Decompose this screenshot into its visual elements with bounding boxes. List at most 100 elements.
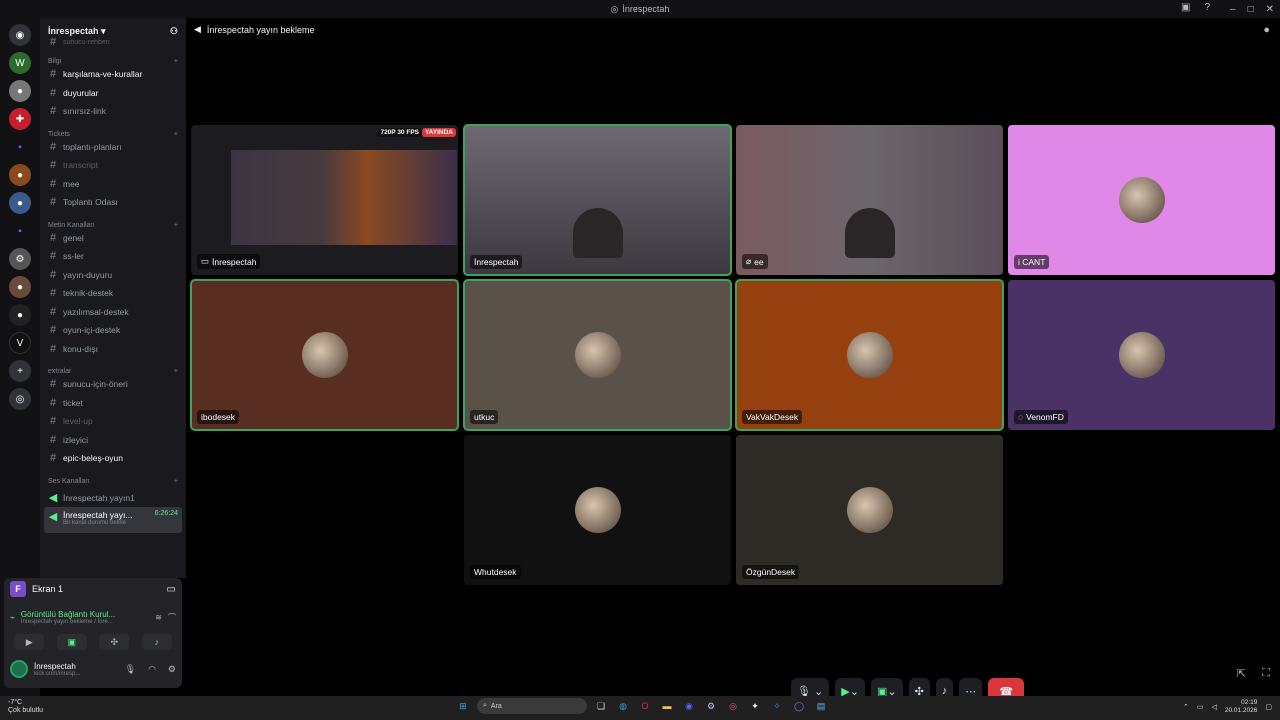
disconnect-icon[interactable]: ⌒ [168,612,176,623]
taskbar-search[interactable]: ⌕ Ara [477,698,587,714]
opera-icon[interactable]: O [637,698,653,714]
add-channel-icon[interactable]: + [174,368,178,375]
category-header[interactable]: Metin Kanalları + [40,222,186,229]
participant-tile[interactable]: ⌀ ee [736,125,1003,275]
chevron-up-icon[interactable]: ⌃ [1183,703,1189,711]
channel-item[interactable]: # duyurular [40,84,186,103]
minimize-button[interactable]: – [1230,4,1236,15]
notification-icon[interactable]: ▢ [1265,703,1272,711]
file-explorer-icon[interactable]: ▬ [659,698,675,714]
share-screen-button[interactable]: ▣ [56,634,87,650]
participant-tile[interactable]: Whutdesek [464,435,731,585]
app-icon[interactable]: ◯ [791,698,807,714]
channel-item[interactable]: # epic-beleş-oyun [40,449,186,468]
add-channel-icon[interactable]: + [174,58,178,65]
volume-icon[interactable]: ◁ [1211,703,1216,711]
discord-home-icon[interactable]: ◉ [9,24,31,46]
soundboard-button[interactable]: ♪ [141,634,172,650]
server-icon[interactable]: ● [9,80,31,102]
channel-item[interactable]: # toplantı-planları [40,138,186,157]
channel-item[interactable]: # ticket [40,394,186,413]
channel-item[interactable]: # oyun-içi-destek [40,321,186,340]
discover-icon[interactable]: ◎ [9,388,31,410]
category-header[interactable]: Tickets + [40,131,186,138]
server-icon[interactable]: ● [9,276,31,298]
start-icon[interactable]: ⊞ [455,698,471,714]
weather-widget[interactable]: -7°C Çok bulutlu [8,699,43,715]
close-button[interactable]: ✕ [1266,4,1274,15]
network-icon[interactable]: ▭ [1197,703,1204,711]
edge-icon[interactable]: ◍ [615,698,631,714]
channel-item[interactable]: # genel [40,229,186,248]
channel-item[interactable]: # izleyici [40,431,186,450]
add-channel-icon[interactable]: + [174,131,178,138]
app-icon[interactable]: ✧ [769,698,785,714]
participant-tile[interactable]: ibodesek [190,279,459,431]
participant-tile[interactable]: VakVakDesek [735,279,1004,431]
clock[interactable]: 02:19 20.01.2026 [1225,699,1258,715]
headphones-icon[interactable]: ◠ [148,664,156,675]
server-icon[interactable]: W [9,52,31,74]
channel-item[interactable]: # level-up [40,412,186,431]
participant-tile[interactable]: i CANT [1008,125,1275,275]
category-header[interactable]: extralar + [40,368,186,375]
settings-gear-icon[interactable]: ⚙ [168,664,176,675]
screen-share-icon[interactable]: ▭ [167,584,176,595]
popout-icon[interactable]: ⇱ [1237,667,1246,680]
chrome-icon[interactable]: ◎ [725,698,741,714]
fullscreen-icon[interactable]: ⛶ [1262,667,1270,680]
folder-icon[interactable]: ▪ [9,136,31,158]
add-channel-icon[interactable]: + [174,478,178,485]
chat-icon[interactable]: ● [1263,24,1270,36]
inbox-icon[interactable]: ▣ [1181,2,1190,13]
add-channel-icon[interactable]: + [174,222,178,229]
discord-icon[interactable]: ◉ [681,698,697,714]
screen-share-row[interactable]: F Ekran 1 ▭ [4,578,182,600]
app-icon[interactable]: ▤ [813,698,829,714]
hash-icon: # [49,305,57,318]
server-icon[interactable]: ● [9,164,31,186]
activities-button[interactable]: ✣ [99,634,130,650]
channel-item[interactable]: # yayın-duyuru [40,266,186,285]
channel-item[interactable]: # yazılımsal-destek [40,303,186,322]
category-voice[interactable]: Ses Kanalları + [40,478,186,485]
server-icon[interactable]: V [9,332,31,354]
voice-channel-1[interactable]: ◀ İnrespectah yayın1 [40,489,186,508]
camera-button[interactable]: ▶ [14,634,45,650]
server-icon[interactable]: ● [9,192,31,214]
help-icon[interactable]: ? [1204,2,1210,13]
channel-item[interactable]: # teknik-destek [40,284,186,303]
avatar[interactable] [10,660,28,678]
server-icon[interactable]: ✚ [9,108,31,130]
voice-connection[interactable]: ⌁ Görüntülü Bağlantı Kurul... İnrespecta… [4,600,182,628]
channel-item[interactable]: # sunucu-için-öneri [40,375,186,394]
channel-item[interactable]: # sınırsız-link [40,102,186,121]
participant-tile[interactable]: İnrespectah [463,124,732,276]
user-row[interactable]: İnrespectah kick.com/inresp... 🎙 ◠ ⚙ [4,656,182,682]
channel-status[interactable]: Bir kanal durumu belirle [63,520,178,526]
mic-icon[interactable]: 🎙 [125,664,136,675]
add-server-icon[interactable]: + [9,360,31,382]
app-icon[interactable]: ✦ [747,698,763,714]
channel-partial[interactable]: # sunucu-rehberi [40,36,186,48]
channel-item[interactable]: # karşılama-ve-kurallar [40,65,186,84]
task-view-icon[interactable]: ❏ [593,698,609,714]
steam-icon[interactable]: ⚙ [703,698,719,714]
participant-tile[interactable]: ◌ VenomFD [1008,280,1275,430]
server-icon[interactable]: ● [9,304,31,326]
voice-channel-active[interactable]: ◀ İnrespectah yayı... 6:26:24 Bir kanal d… [44,507,182,533]
channel-item[interactable]: # konu-dışı [40,340,186,359]
participant-tile[interactable]: utkuc [463,279,732,431]
category-header[interactable]: Bilgi + [40,58,186,65]
channel-item[interactable]: # ss-ler [40,247,186,266]
participant-tile[interactable]: 720P 30 FPS YAYINDA ▭ İnrespectah [191,125,458,275]
channel-item[interactable]: # transcript [40,156,186,175]
add-member-icon[interactable]: ⚇ [170,26,178,37]
maximize-button[interactable]: □ [1248,4,1254,15]
folder-icon[interactable]: ▪ [9,220,31,242]
noise-icon[interactable]: ≋ [155,613,162,622]
channel-item[interactable]: # Toplantı Odası [40,193,186,212]
channel-item[interactable]: # mee [40,175,186,194]
server-icon[interactable]: ⚙ [9,248,31,270]
participant-tile[interactable]: ÖzgünDesek [736,435,1003,585]
